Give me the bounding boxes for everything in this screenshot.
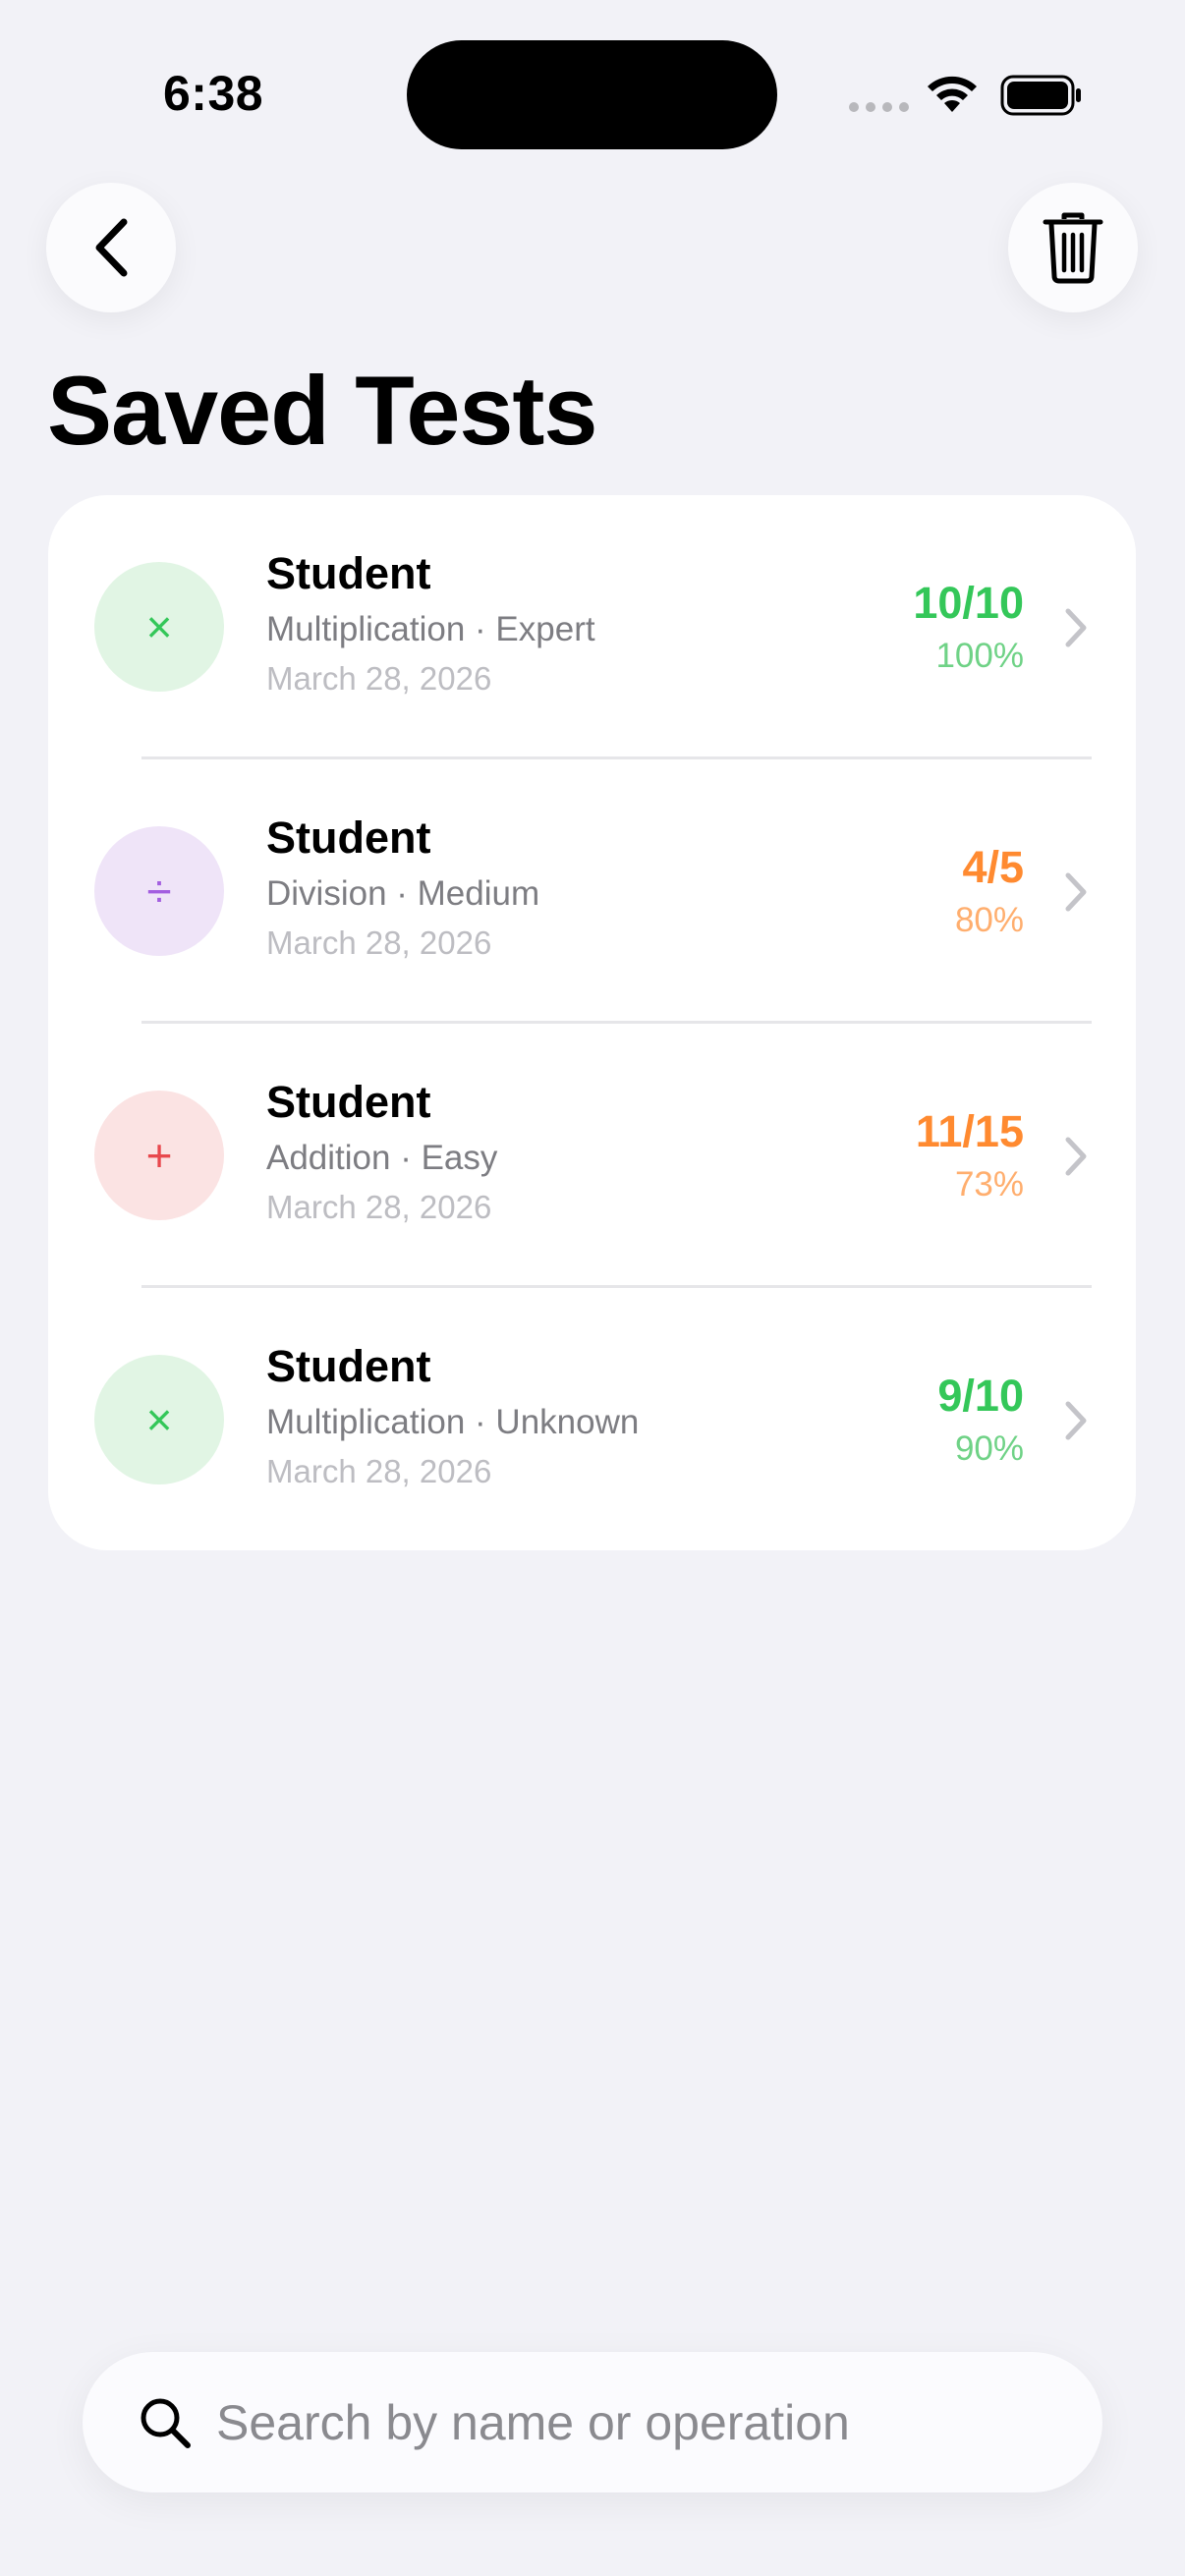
score: 11/15	[915, 1106, 1024, 1156]
percent: 100%	[935, 637, 1024, 675]
test-row[interactable]: × Student Multiplication · Expert March …	[48, 495, 1136, 759]
test-row[interactable]: + Student Addition · Easy March 28, 2026…	[48, 1024, 1136, 1288]
score: 9/10	[937, 1371, 1024, 1421]
delete-all-button[interactable]	[1008, 183, 1138, 312]
percent: 80%	[954, 901, 1024, 939]
test-date: March 28, 2026	[266, 1453, 492, 1489]
operation-difficulty: Multiplication · Unknown	[266, 1403, 640, 1441]
plus-icon: +	[94, 1091, 224, 1220]
cellular-signal-icon	[849, 102, 909, 112]
search-bar[interactable]	[83, 2352, 1102, 2492]
chevron-right-icon	[1065, 1401, 1087, 1440]
operation-difficulty: Division · Medium	[266, 874, 540, 913]
status-time: 6:38	[163, 66, 264, 121]
saved-tests-list: × Student Multiplication · Expert March …	[48, 495, 1136, 1550]
multiply-icon: ×	[94, 562, 224, 692]
student-name: Student	[266, 548, 431, 598]
chevron-right-icon	[1065, 872, 1087, 912]
chevron-left-icon	[95, 218, 128, 277]
battery-icon	[1000, 75, 1081, 116]
divide-icon: ÷	[94, 826, 224, 956]
multiply-icon: ×	[94, 1355, 224, 1484]
test-date: March 28, 2026	[266, 660, 492, 697]
score: 10/10	[913, 578, 1024, 628]
chevron-right-icon	[1065, 608, 1087, 647]
back-button[interactable]	[46, 183, 176, 312]
search-icon	[141, 2398, 191, 2448]
test-date: March 28, 2026	[266, 1189, 492, 1225]
student-name: Student	[266, 1077, 431, 1127]
operation-difficulty: Addition · Easy	[266, 1139, 498, 1177]
test-row[interactable]: × Student Multiplication · Unknown March…	[48, 1288, 1136, 1550]
test-date: March 28, 2026	[266, 924, 492, 961]
page-title: Saved Tests	[47, 356, 597, 465]
score: 4/5	[962, 842, 1024, 892]
operation-difficulty: Multiplication · Expert	[266, 610, 595, 648]
percent: 73%	[954, 1165, 1024, 1204]
search-input[interactable]	[214, 2392, 1004, 2452]
dynamic-island	[407, 40, 777, 149]
percent: 90%	[954, 1429, 1024, 1468]
wifi-icon	[928, 76, 977, 112]
trash-icon	[1043, 212, 1103, 284]
test-row[interactable]: ÷ Student Division · Medium March 28, 20…	[48, 759, 1136, 1024]
chevron-right-icon	[1065, 1137, 1087, 1176]
student-name: Student	[266, 812, 431, 863]
student-name: Student	[266, 1341, 431, 1391]
